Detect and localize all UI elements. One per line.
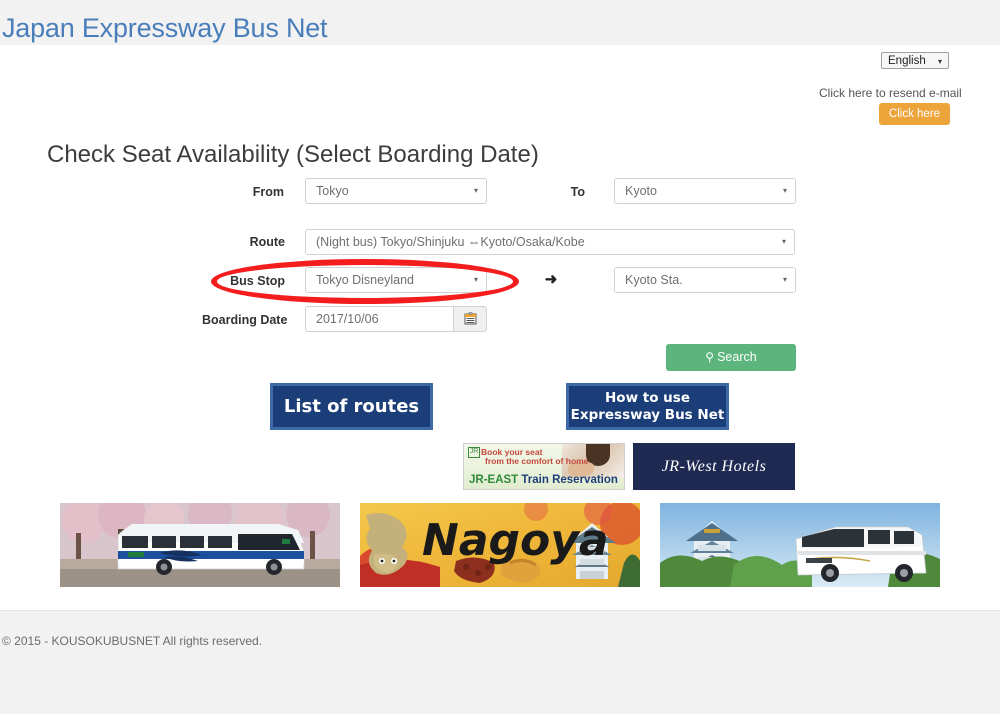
resend-email-button[interactable]: Click here <box>879 103 950 125</box>
jr-west-hotels-banner[interactable]: JR-West Hotels <box>633 443 795 490</box>
from-label: From <box>252 185 284 199</box>
site-title: Japan Expressway Bus Net <box>2 13 328 43</box>
to-select[interactable]: Kyoto ▾ <box>614 178 796 204</box>
arrow-right-icon: ➜ <box>544 271 558 288</box>
route-select[interactable]: (Night bus) Tokyo/Shinjuku ⇔Kyoto/Osaka/… <box>305 229 795 255</box>
calendar-picker-button[interactable] <box>453 306 487 332</box>
footer-copyright: © 2015 - KOUSOKUBUSNET All rights reserv… <box>2 634 263 648</box>
chevron-down-icon: ▾ <box>782 186 787 195</box>
to-select-value: Kyoto <box>625 184 657 198</box>
boarding-date-label: Boarding Date <box>202 313 288 327</box>
svg-text:Nagoya: Nagoya <box>422 515 609 566</box>
nagoya-image: Nagoya <box>360 503 640 587</box>
jr-bus-cherry-blossoms-image <box>60 503 340 587</box>
bus-stop-from-value: Tokyo Disneyland <box>316 273 414 287</box>
how-to-use-label-line1: How to use <box>605 390 690 406</box>
from-select-value: Tokyo <box>316 184 349 198</box>
language-select-value: English <box>888 55 926 67</box>
osaka-castle-bus-image <box>660 503 940 587</box>
language-select[interactable]: English ▾ <box>881 52 949 69</box>
search-button[interactable]: ⚲ Search <box>666 344 796 371</box>
route-select-value: (Night bus) Tokyo/Shinjuku ⇔Kyoto/Osaka/… <box>316 235 585 249</box>
resend-email-text: Click here to resend e-mail <box>819 86 962 100</box>
route-label: Route <box>249 235 285 249</box>
chevron-down-icon: ▾ <box>782 275 787 284</box>
footer-band <box>0 610 1000 714</box>
photo-banner-nagoya[interactable]: Nagoya <box>360 503 640 587</box>
search-icon: ⚲ <box>705 350 715 364</box>
jr-east-brand: JR-EAST Train Reservation <box>469 474 618 486</box>
list-of-routes-button[interactable]: List of routes <box>270 383 433 430</box>
calendar-icon <box>464 312 477 325</box>
from-select[interactable]: Tokyo ▾ <box>305 178 487 204</box>
jr-logo-icon: JR <box>468 447 480 458</box>
jr-east-brand-blue: Train Reservation <box>518 474 618 486</box>
how-to-use-label-line2: Expressway Bus Net <box>570 407 725 423</box>
bus-stop-to-value: Kyoto Sta. <box>625 273 683 287</box>
bus-stop-label: Bus Stop <box>230 274 285 288</box>
jr-east-tagline-line2: from the comfort of home <box>485 456 589 466</box>
photo-banner-jr-bus-cherry-blossoms[interactable] <box>60 503 340 587</box>
boarding-date-input[interactable]: 2017/10/06 <box>305 306 453 332</box>
chevron-down-icon: ▾ <box>473 186 478 195</box>
page-title: Check Seat Availability (Select Boarding… <box>47 141 539 168</box>
chevron-down-icon: ▾ <box>781 237 786 246</box>
how-to-use-button[interactable]: How to use Expressway Bus Net <box>566 383 729 430</box>
chevron-down-icon: ▾ <box>473 275 478 284</box>
list-of-routes-label: List of routes <box>283 396 420 417</box>
page-right-gutter <box>968 45 1000 610</box>
chevron-down-icon: ▾ <box>937 57 942 66</box>
jr-east-brand-green: JR-EAST <box>469 474 519 486</box>
photo-banner-osaka-castle-bus[interactable] <box>660 503 940 587</box>
jr-east-train-reservation-banner[interactable]: JR Book your seat from the comfort of ho… <box>463 443 625 490</box>
bus-stop-from-select[interactable]: Tokyo Disneyland ▾ <box>305 267 487 293</box>
search-button-label: Search <box>717 350 757 364</box>
bus-stop-to-select[interactable]: Kyoto Sta. ▾ <box>614 267 796 293</box>
to-label: To <box>570 185 585 199</box>
boarding-date-group: 2017/10/06 <box>305 306 487 332</box>
